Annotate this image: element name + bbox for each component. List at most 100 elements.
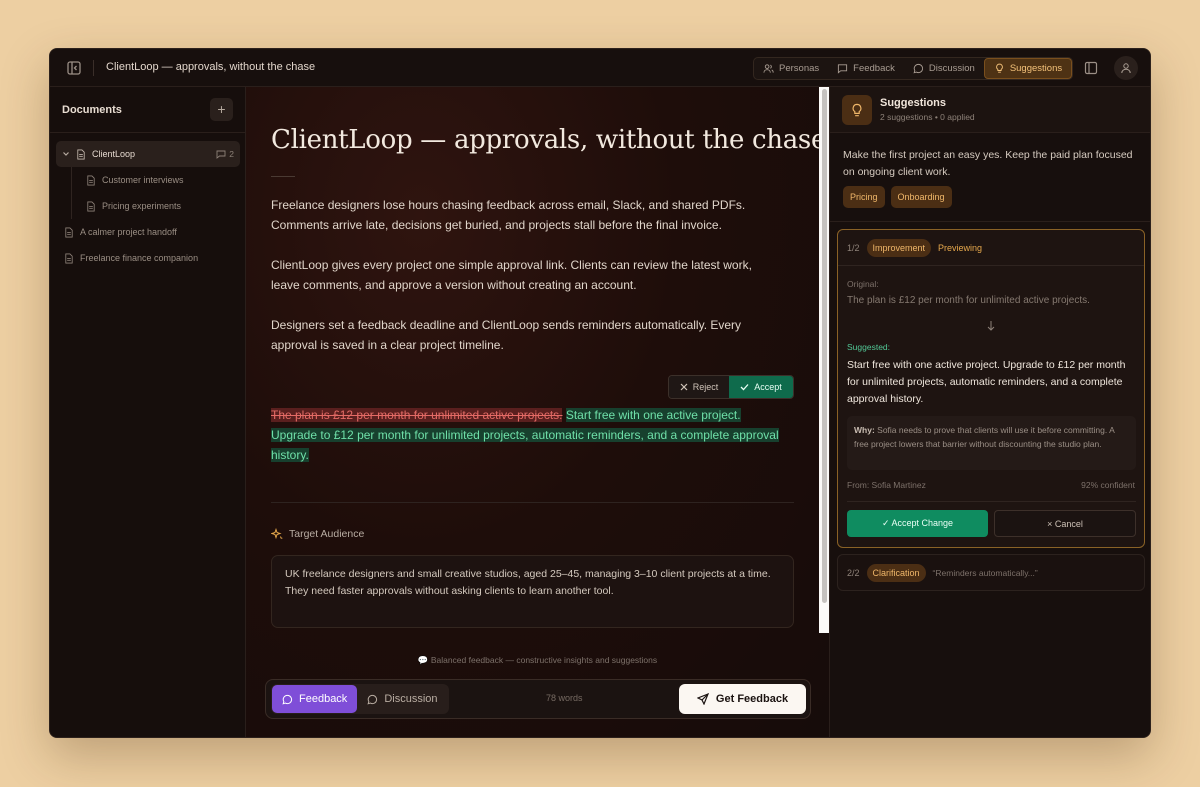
tree-item-finance-companion[interactable]: Freelance finance companion <box>56 245 240 271</box>
accept-suggestion-button[interactable]: ✓ Accept Change <box>847 510 988 537</box>
tag-pricing[interactable]: Pricing <box>843 186 885 208</box>
why-label: Why: <box>854 425 875 435</box>
message-square-icon <box>838 64 848 74</box>
feedback-mode-note: 💬 Balanced feedback — constructive insig… <box>246 655 829 666</box>
window-title: ClientLoop — approvals, without the chas… <box>106 61 316 73</box>
tree-item-label: Pricing experiments <box>102 201 182 211</box>
editor-scrollbar[interactable] <box>819 87 829 633</box>
nav-personas[interactable]: Personas <box>754 58 828 79</box>
suggestion-type-badge: Clarification <box>866 563 926 582</box>
tree-item-label: ClientLoop <box>92 149 136 159</box>
paragraph[interactable]: ClientLoop gives every project one simpl… <box>271 255 781 295</box>
suggestion-card-collapsed[interactable]: 2/2 Clarification “Reminders automatical… <box>837 554 1145 591</box>
title-divider <box>271 176 295 177</box>
nav-feedback[interactable]: Feedback <box>828 58 904 79</box>
message-circle-icon <box>367 694 378 704</box>
divider <box>830 221 1150 222</box>
sparkle-icon <box>271 528 283 540</box>
target-audience-label: Target Audience <box>271 528 364 540</box>
original-label: Original: <box>847 279 879 289</box>
suggestion-card-header: 1/2 Improvement Previewing <box>838 230 1144 266</box>
discussion-mode-button[interactable]: Discussion <box>357 685 447 713</box>
section-divider <box>271 502 794 503</box>
message-circle-icon <box>282 694 293 704</box>
speech-bubble-icon: 💬 <box>417 655 429 665</box>
tree-item-clientloop[interactable]: ClientLoop 2 <box>56 141 240 167</box>
accept-change-button[interactable]: Accept <box>729 376 793 398</box>
chevron-down-icon[interactable] <box>62 150 70 158</box>
rationale-box: Why: Sofia needs to prove that clients w… <box>847 416 1136 470</box>
file-icon <box>65 227 73 237</box>
add-document-button[interactable]: + <box>210 98 233 121</box>
arrow-down-icon <box>987 321 995 331</box>
file-icon <box>65 253 73 263</box>
reject-label: Reject <box>692 382 719 392</box>
paragraph[interactable]: Freelance designers lose hours chasing f… <box>271 195 781 235</box>
sidebar-header: Documents + <box>50 87 245 133</box>
comment-count-value: 2 <box>229 149 234 159</box>
tree-item-customer-interviews[interactable]: Customer interviews <box>56 167 240 193</box>
mode-note-text: Balanced feedback — constructive insight… <box>430 655 658 665</box>
paragraph[interactable]: Designers set a feedback deadline and Cl… <box>271 315 781 355</box>
suggestion-card[interactable]: 1/2 Improvement Previewing Original: The… <box>837 229 1145 548</box>
get-feedback-button[interactable]: Get Feedback <box>679 684 806 714</box>
nav-suggestions[interactable]: Suggestions <box>983 58 1073 79</box>
tracked-change[interactable]: The plan is £12 per month for unlimited … <box>271 405 781 465</box>
app-window: ClientLoop — approvals, without the chas… <box>49 48 1151 738</box>
nav-label: Feedback <box>853 63 895 74</box>
suggestion-index: 1/2 <box>847 242 860 253</box>
suggestions-panel: Suggestions 2 suggestions • 0 applied Ma… <box>829 87 1150 737</box>
document-title[interactable]: ClientLoop — approvals, without the chas… <box>271 125 826 155</box>
file-icon <box>77 149 85 159</box>
nav-label: Personas <box>779 63 820 74</box>
target-audience-field[interactable]: UK freelance designers and small creativ… <box>271 555 794 628</box>
suggestion-author: From: Sofia Martinez <box>847 480 926 490</box>
check-icon <box>740 384 749 391</box>
deleted-text: The plan is £12 per month for unlimited … <box>271 408 563 422</box>
suggested-label: Suggested: <box>847 342 891 352</box>
feedback-mode-button[interactable]: Feedback <box>272 685 358 713</box>
tree-item-pricing-experiments[interactable]: Pricing experiments <box>56 193 240 219</box>
mode-toggle: Feedback Discussion <box>271 684 449 714</box>
change-actions: Reject Accept <box>668 375 794 399</box>
scrollbar-thumb[interactable] <box>822 89 827 603</box>
why-text: Sofia needs to prove that clients will u… <box>854 425 1115 449</box>
divider <box>847 501 1136 502</box>
document-tree: ClientLoop 2 Customer interviews Pricing… <box>56 141 240 271</box>
avatar[interactable] <box>1114 56 1138 80</box>
reject-change-button[interactable]: Reject <box>669 376 729 398</box>
tag-onboarding[interactable]: Onboarding <box>890 186 952 208</box>
nav-discussion[interactable]: Discussion <box>904 58 984 79</box>
word-count: 78 words <box>546 693 583 703</box>
lightbulb-icon <box>842 95 872 125</box>
tree-item-label: A calmer project handoff <box>80 227 177 237</box>
send-icon <box>696 693 709 705</box>
suggestion-index: 2/2 <box>847 567 860 578</box>
discussion-mode-label: Discussion <box>384 693 438 705</box>
suggestion-type-badge: Improvement <box>866 238 932 257</box>
user-icon <box>1121 63 1131 74</box>
confidence-score: 92% confident <box>1081 480 1135 490</box>
nav-label: Discussion <box>928 63 975 74</box>
bottom-action-bar: Feedback Discussion 78 words Get Feedbac… <box>265 679 811 719</box>
suggestion-quote: “Reminders automatically...” <box>932 567 1038 578</box>
lightbulb-icon <box>996 63 1003 73</box>
tree-item-calmer-handoff[interactable]: A calmer project handoff <box>56 219 240 245</box>
sidebar-toggle-icon[interactable] <box>66 60 82 76</box>
original-text: The plan is £12 per month for unlimited … <box>847 295 1090 306</box>
file-icon <box>87 175 95 185</box>
cancel-suggestion-button[interactable]: × Cancel <box>994 510 1136 537</box>
comment-count: 2 <box>216 149 234 159</box>
users-icon <box>763 64 774 73</box>
document-editor: ClientLoop — approvals, without the chas… <box>246 87 829 737</box>
panel-toggle-icon[interactable] <box>1084 61 1098 75</box>
documents-sidebar: Documents + ClientLoop 2 Customer interv… <box>50 87 246 737</box>
tree-item-label: Freelance finance companion <box>80 253 199 263</box>
panel-title: Suggestions <box>880 97 947 109</box>
nav-label: Suggestions <box>1009 63 1063 74</box>
message-circle-icon <box>913 63 923 74</box>
comment-icon <box>216 150 226 159</box>
preview-status: Previewing <box>938 242 983 253</box>
sidebar-title: Documents <box>62 104 122 116</box>
view-switcher: Personas Feedback Discussion Suggestions <box>753 57 1074 80</box>
